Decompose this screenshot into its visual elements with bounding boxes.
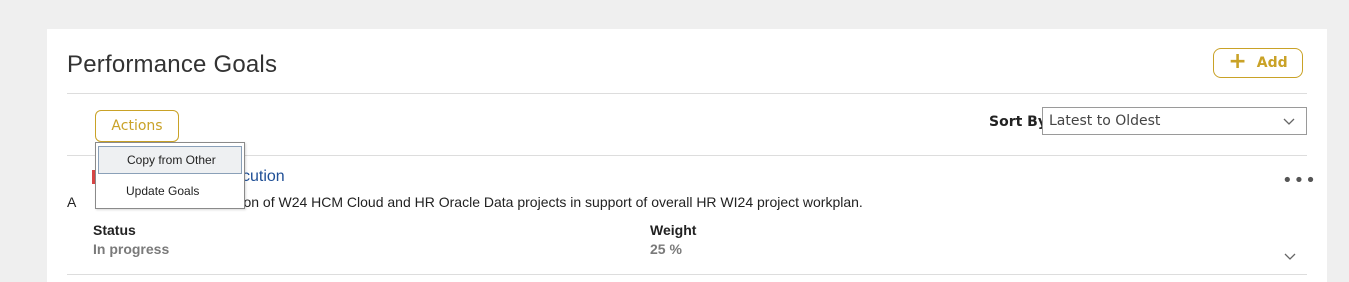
actions-dropdown-menu: Copy from Other Update Goals — [95, 142, 245, 209]
chevron-down-icon — [1283, 118, 1295, 125]
page-title: Performance Goals — [67, 51, 278, 78]
header-divider — [67, 93, 1307, 94]
expand-chevron-icon[interactable] — [1283, 249, 1297, 263]
weight-label: Weight — [650, 222, 697, 238]
actions-button[interactable]: Actions — [95, 110, 179, 142]
menu-item-copy-from-other[interactable]: Copy from Other — [98, 146, 242, 174]
plus-icon: + — [1228, 49, 1247, 74]
status-label: Status — [93, 222, 136, 238]
goal-description-start: A — [67, 194, 77, 210]
toolbar-divider — [67, 155, 1307, 156]
add-goal-button[interactable]: + Add — [1213, 48, 1303, 78]
goal-title-visible-text: cution — [242, 168, 285, 185]
more-options-icon[interactable]: ••• — [1282, 172, 1317, 190]
goal-description-text: ion of W24 HCM Cloud and HR Oracle Data … — [240, 194, 863, 210]
sort-by-label: Sort By — [989, 114, 1047, 130]
weight-value: 25 % — [650, 241, 682, 257]
sort-by-select[interactable]: Latest to Oldest — [1042, 107, 1307, 135]
goal-divider — [67, 274, 1307, 275]
add-button-label: Add — [1256, 55, 1288, 71]
sort-by-value: Latest to Oldest — [1049, 113, 1161, 129]
menu-item-update-goals[interactable]: Update Goals — [98, 177, 242, 205]
status-value: In progress — [93, 241, 170, 257]
